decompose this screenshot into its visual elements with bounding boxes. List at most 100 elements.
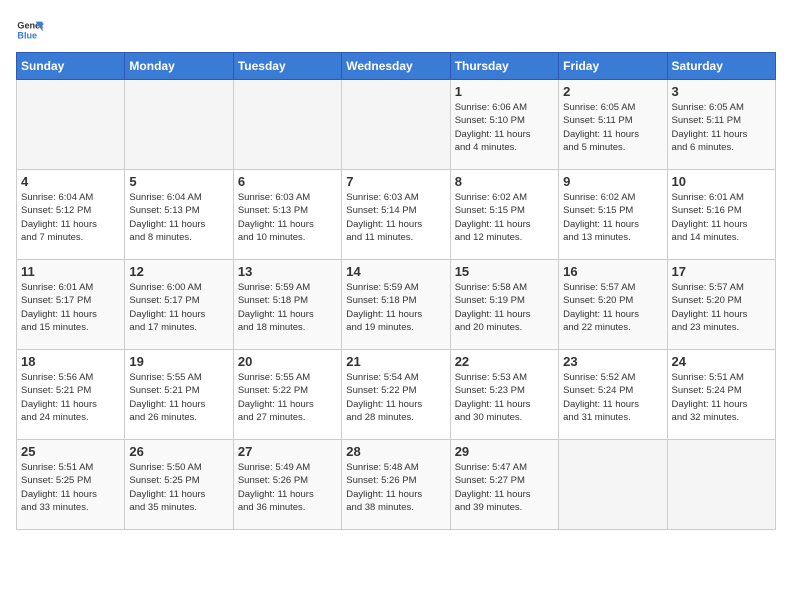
day-number: 21 xyxy=(346,354,445,369)
calendar-cell: 7 Sunrise: 6:03 AM Sunset: 5:14 PM Daylig… xyxy=(342,170,450,260)
day-number: 24 xyxy=(672,354,771,369)
day-info: Sunrise: 6:01 AM Sunset: 5:17 PM Dayligh… xyxy=(21,281,120,334)
day-number: 7 xyxy=(346,174,445,189)
calendar-cell: 15 Sunrise: 5:58 AM Sunset: 5:19 PM Dayli… xyxy=(450,260,558,350)
day-info: Sunrise: 6:04 AM Sunset: 5:12 PM Dayligh… xyxy=(21,191,120,244)
calendar-cell: 18 Sunrise: 5:56 AM Sunset: 5:21 PM Dayli… xyxy=(17,350,125,440)
day-number: 3 xyxy=(672,84,771,99)
col-header-saturday: Saturday xyxy=(667,53,775,80)
day-number: 15 xyxy=(455,264,554,279)
calendar-cell: 12 Sunrise: 6:00 AM Sunset: 5:17 PM Dayli… xyxy=(125,260,233,350)
day-info: Sunrise: 6:06 AM Sunset: 5:10 PM Dayligh… xyxy=(455,101,554,154)
day-info: Sunrise: 5:55 AM Sunset: 5:22 PM Dayligh… xyxy=(238,371,337,424)
calendar-cell: 20 Sunrise: 5:55 AM Sunset: 5:22 PM Dayli… xyxy=(233,350,341,440)
calendar-cell: 8 Sunrise: 6:02 AM Sunset: 5:15 PM Daylig… xyxy=(450,170,558,260)
day-number: 11 xyxy=(21,264,120,279)
day-number: 16 xyxy=(563,264,662,279)
day-info: Sunrise: 6:00 AM Sunset: 5:17 PM Dayligh… xyxy=(129,281,228,334)
calendar-cell: 16 Sunrise: 5:57 AM Sunset: 5:20 PM Dayli… xyxy=(559,260,667,350)
calendar-cell xyxy=(233,80,341,170)
calendar-cell xyxy=(342,80,450,170)
day-info: Sunrise: 5:53 AM Sunset: 5:23 PM Dayligh… xyxy=(455,371,554,424)
day-info: Sunrise: 5:58 AM Sunset: 5:19 PM Dayligh… xyxy=(455,281,554,334)
calendar-cell: 28 Sunrise: 5:48 AM Sunset: 5:26 PM Dayli… xyxy=(342,440,450,530)
calendar-table: SundayMondayTuesdayWednesdayThursdayFrid… xyxy=(16,52,776,530)
day-number: 18 xyxy=(21,354,120,369)
day-number: 12 xyxy=(129,264,228,279)
day-info: Sunrise: 5:48 AM Sunset: 5:26 PM Dayligh… xyxy=(346,461,445,514)
calendar-cell: 11 Sunrise: 6:01 AM Sunset: 5:17 PM Dayli… xyxy=(17,260,125,350)
day-number: 14 xyxy=(346,264,445,279)
day-info: Sunrise: 5:57 AM Sunset: 5:20 PM Dayligh… xyxy=(563,281,662,334)
calendar-cell: 26 Sunrise: 5:50 AM Sunset: 5:25 PM Dayli… xyxy=(125,440,233,530)
calendar-cell: 23 Sunrise: 5:52 AM Sunset: 5:24 PM Dayli… xyxy=(559,350,667,440)
calendar-cell xyxy=(559,440,667,530)
day-number: 20 xyxy=(238,354,337,369)
calendar-cell: 6 Sunrise: 6:03 AM Sunset: 5:13 PM Daylig… xyxy=(233,170,341,260)
calendar-cell: 25 Sunrise: 5:51 AM Sunset: 5:25 PM Dayli… xyxy=(17,440,125,530)
day-info: Sunrise: 5:57 AM Sunset: 5:20 PM Dayligh… xyxy=(672,281,771,334)
calendar-cell: 22Sunrise: 5:53 AM Sunset: 5:23 PM Dayli… xyxy=(450,350,558,440)
calendar-cell: 3 Sunrise: 6:05 AM Sunset: 5:11 PM Daylig… xyxy=(667,80,775,170)
col-header-monday: Monday xyxy=(125,53,233,80)
day-info: Sunrise: 5:51 AM Sunset: 5:25 PM Dayligh… xyxy=(21,461,120,514)
calendar-cell: 19Sunrise: 5:55 AM Sunset: 5:21 PM Dayli… xyxy=(125,350,233,440)
day-number: 27 xyxy=(238,444,337,459)
col-header-tuesday: Tuesday xyxy=(233,53,341,80)
col-header-sunday: Sunday xyxy=(17,53,125,80)
day-info: Sunrise: 6:01 AM Sunset: 5:16 PM Dayligh… xyxy=(672,191,771,244)
day-info: Sunrise: 5:50 AM Sunset: 5:25 PM Dayligh… xyxy=(129,461,228,514)
calendar-cell: 14 Sunrise: 5:59 AM Sunset: 5:18 PM Dayli… xyxy=(342,260,450,350)
day-info: Sunrise: 6:05 AM Sunset: 5:11 PM Dayligh… xyxy=(563,101,662,154)
day-number: 4 xyxy=(21,174,120,189)
calendar-cell: 17 Sunrise: 5:57 AM Sunset: 5:20 PM Dayli… xyxy=(667,260,775,350)
calendar-cell: 4 Sunrise: 6:04 AM Sunset: 5:12 PM Daylig… xyxy=(17,170,125,260)
day-number: 6 xyxy=(238,174,337,189)
day-info: Sunrise: 5:59 AM Sunset: 5:18 PM Dayligh… xyxy=(346,281,445,334)
day-number: 10 xyxy=(672,174,771,189)
day-number: 8 xyxy=(455,174,554,189)
calendar-cell xyxy=(667,440,775,530)
calendar-cell: 13 Sunrise: 5:59 AM Sunset: 5:18 PM Dayli… xyxy=(233,260,341,350)
day-info: Sunrise: 5:47 AM Sunset: 5:27 PM Dayligh… xyxy=(455,461,554,514)
day-info: Sunrise: 6:02 AM Sunset: 5:15 PM Dayligh… xyxy=(563,191,662,244)
calendar-cell: 29 Sunrise: 5:47 AM Sunset: 5:27 PM Dayli… xyxy=(450,440,558,530)
day-info: Sunrise: 5:59 AM Sunset: 5:18 PM Dayligh… xyxy=(238,281,337,334)
day-number: 28 xyxy=(346,444,445,459)
day-info: Sunrise: 5:52 AM Sunset: 5:24 PM Dayligh… xyxy=(563,371,662,424)
calendar-cell: 1 Sunrise: 6:06 AM Sunset: 5:10 PM Daylig… xyxy=(450,80,558,170)
day-number: 23 xyxy=(563,354,662,369)
calendar-cell xyxy=(125,80,233,170)
calendar-cell: 5Sunrise: 6:04 AM Sunset: 5:13 PM Daylig… xyxy=(125,170,233,260)
day-number: 19 xyxy=(129,354,228,369)
day-number: 9 xyxy=(563,174,662,189)
day-info: Sunrise: 5:51 AM Sunset: 5:24 PM Dayligh… xyxy=(672,371,771,424)
day-number: 29 xyxy=(455,444,554,459)
day-number: 26 xyxy=(129,444,228,459)
col-header-thursday: Thursday xyxy=(450,53,558,80)
logo-icon: General Blue xyxy=(16,16,44,44)
day-info: Sunrise: 6:03 AM Sunset: 5:13 PM Dayligh… xyxy=(238,191,337,244)
calendar-cell: 24 Sunrise: 5:51 AM Sunset: 5:24 PM Dayli… xyxy=(667,350,775,440)
calendar-cell xyxy=(17,80,125,170)
day-number: 5 xyxy=(129,174,228,189)
day-number: 25 xyxy=(21,444,120,459)
calendar-cell: 27 Sunrise: 5:49 AM Sunset: 5:26 PM Dayli… xyxy=(233,440,341,530)
col-header-wednesday: Wednesday xyxy=(342,53,450,80)
day-number: 13 xyxy=(238,264,337,279)
day-number: 17 xyxy=(672,264,771,279)
day-info: Sunrise: 6:05 AM Sunset: 5:11 PM Dayligh… xyxy=(672,101,771,154)
calendar-cell: 9 Sunrise: 6:02 AM Sunset: 5:15 PM Daylig… xyxy=(559,170,667,260)
svg-text:Blue: Blue xyxy=(17,30,37,40)
day-info: Sunrise: 6:02 AM Sunset: 5:15 PM Dayligh… xyxy=(455,191,554,244)
calendar-cell: 10 Sunrise: 6:01 AM Sunset: 5:16 PM Dayli… xyxy=(667,170,775,260)
page-header: General Blue xyxy=(16,16,776,44)
day-number: 1 xyxy=(455,84,554,99)
day-number: 2 xyxy=(563,84,662,99)
calendar-cell: 21Sunrise: 5:54 AM Sunset: 5:22 PM Dayli… xyxy=(342,350,450,440)
logo: General Blue xyxy=(16,16,44,44)
col-header-friday: Friday xyxy=(559,53,667,80)
day-info: Sunrise: 5:49 AM Sunset: 5:26 PM Dayligh… xyxy=(238,461,337,514)
day-info: Sunrise: 5:56 AM Sunset: 5:21 PM Dayligh… xyxy=(21,371,120,424)
day-info: Sunrise: 6:03 AM Sunset: 5:14 PM Dayligh… xyxy=(346,191,445,244)
